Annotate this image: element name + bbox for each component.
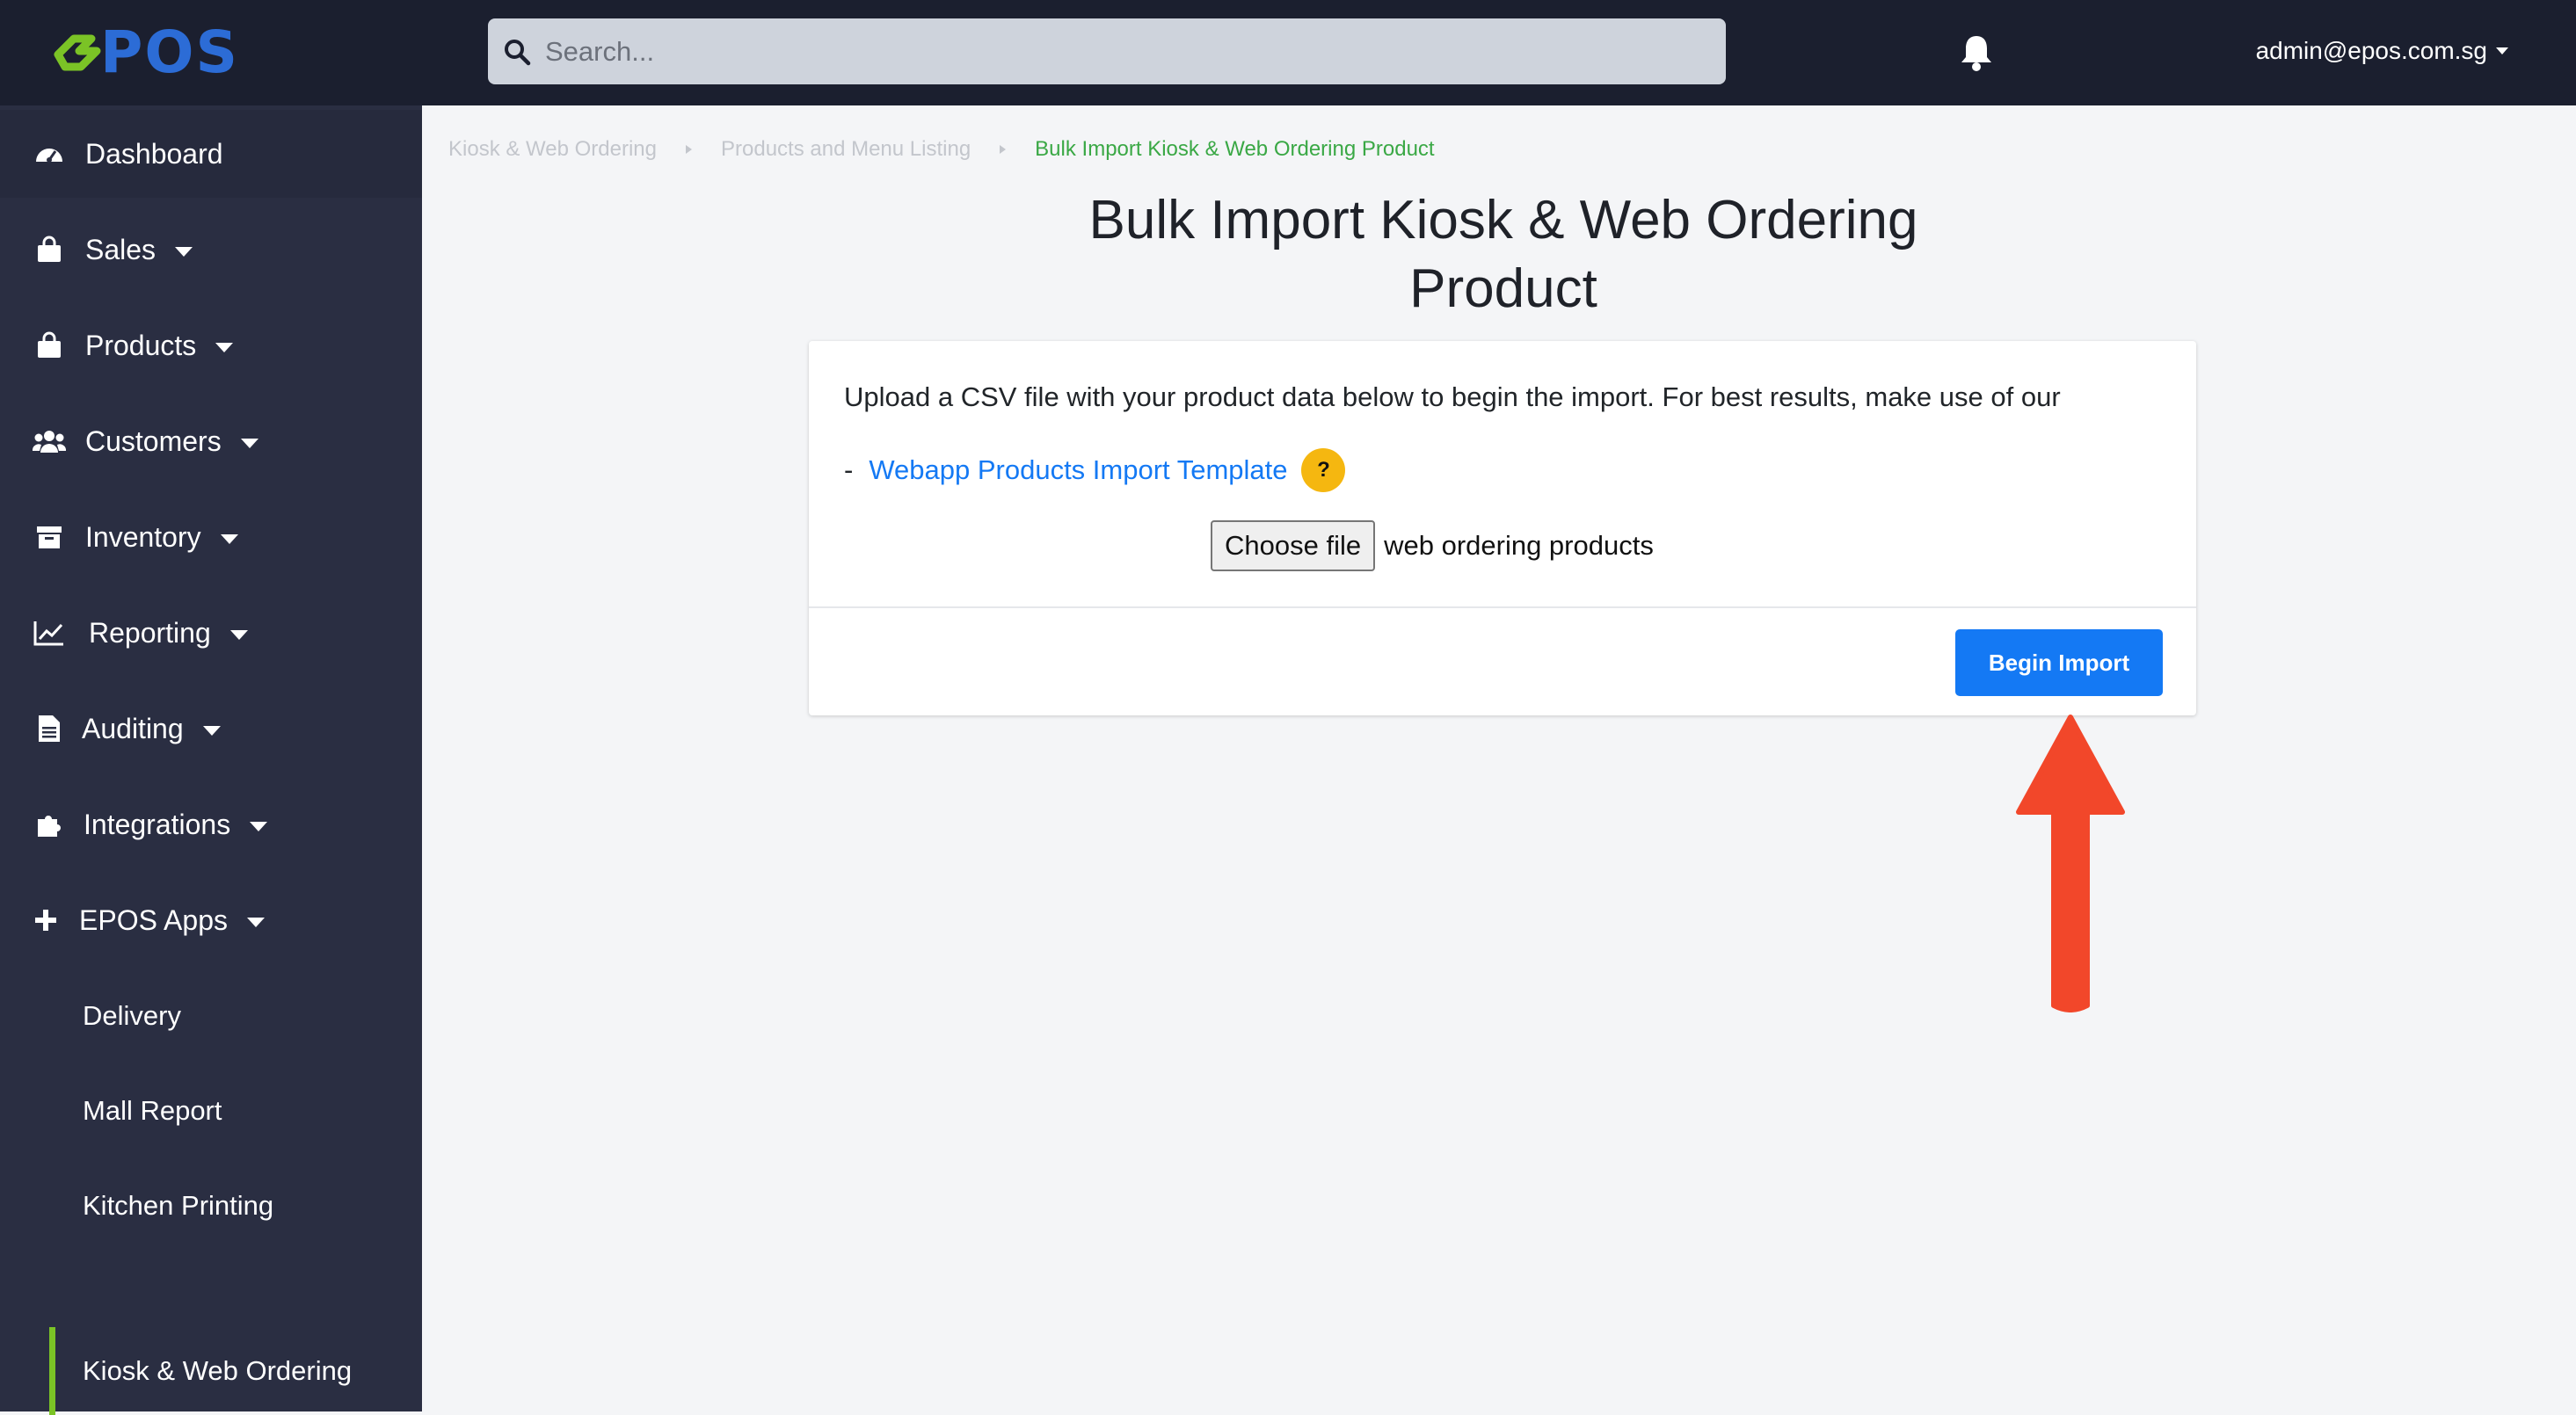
begin-import-button[interactable]: Begin Import: [1955, 629, 2163, 696]
help-icon[interactable]: ?: [1301, 448, 1346, 492]
active-indicator: [49, 1327, 55, 1415]
sidebar-item-label: Kitchen Printing: [83, 1190, 274, 1221]
sidebar-item-label: Auditing: [82, 712, 184, 744]
sidebar-subitem-kitchen-printing[interactable]: Kitchen Printing: [0, 1162, 422, 1250]
sidebar-item-dashboard[interactable]: Dashboard: [0, 110, 422, 198]
epos-logo[interactable]: POS: [53, 19, 239, 86]
caret-down-icon: [215, 342, 234, 352]
sidebar: Dashboard Sales Products Customers Inven…: [0, 105, 422, 1415]
user-menu[interactable]: admin@epos.com.sg: [2256, 37, 2508, 65]
sidebar-item-products[interactable]: Products: [0, 301, 422, 389]
import-card: Upload a CSV file with your product data…: [809, 341, 2196, 715]
sidebar-item-auditing[interactable]: Auditing: [0, 685, 422, 773]
sidebar-subitem-mall-report[interactable]: Mall Report: [0, 1067, 422, 1155]
sidebar-item-sales[interactable]: Sales: [0, 206, 422, 294]
sidebar-item-inventory[interactable]: Inventory: [0, 493, 422, 581]
list-dash: -: [844, 454, 854, 485]
archive-box-icon: [32, 519, 67, 555]
search-bar[interactable]: [488, 18, 1726, 84]
breadcrumb-item-products-menu-listing[interactable]: Products and Menu Listing: [721, 137, 971, 162]
selected-file-name: web ordering products: [1384, 530, 1654, 561]
document-icon: [32, 711, 67, 746]
sidebar-subitem-delivery[interactable]: Delivery: [0, 972, 422, 1060]
sidebar-item-label: Customers: [85, 424, 222, 457]
top-bar: POS admin@epos.com.sg: [0, 0, 2576, 105]
plus-icon: [28, 903, 63, 938]
caret-down-icon: [202, 725, 221, 736]
sidebar-item-customers[interactable]: Customers: [0, 397, 422, 485]
breadcrumb-separator-icon: [1000, 145, 1007, 154]
import-card-body: Upload a CSV file with your product data…: [809, 341, 2196, 606]
notification-bell-icon[interactable]: [1959, 33, 1994, 76]
file-input: Choose file web ordering products: [1211, 520, 1654, 571]
breadcrumb: Kiosk & Web Ordering Products and Menu L…: [448, 137, 1435, 162]
shopping-bag-icon: [32, 328, 67, 363]
sidebar-item-label: Reporting: [89, 616, 211, 649]
sidebar-item-label: EPOS Apps: [79, 903, 228, 936]
breadcrumb-item-kiosk-web-ordering[interactable]: Kiosk & Web Ordering: [448, 137, 657, 162]
sidebar-item-label: Sales: [85, 233, 156, 265]
sidebar-subitem-kiosk-web-ordering[interactable]: Kiosk & Web Ordering: [0, 1327, 422, 1415]
logo-text: POS: [100, 18, 240, 86]
page-title-line-2: Product: [1409, 258, 1597, 319]
sidebar-item-label: Dashboard: [85, 137, 223, 170]
caret-down-icon: [2496, 47, 2508, 54]
epos-logo-mark-icon: [54, 34, 101, 71]
import-instructions: Upload a CSV file with your product data…: [844, 381, 2061, 412]
users-icon: [32, 424, 67, 459]
annotation-arrow-up-icon: [2013, 714, 2128, 1017]
sidebar-item-label: Delivery: [83, 1000, 181, 1031]
dashboard-icon: [32, 136, 67, 171]
caret-down-icon: [240, 438, 258, 448]
sidebar-item-integrations[interactable]: Integrations: [0, 780, 422, 868]
search-icon: [505, 39, 531, 65]
import-template-link[interactable]: Webapp Products Import Template: [869, 454, 1287, 486]
sidebar-item-label: Inventory: [85, 520, 201, 553]
sidebar-item-reporting[interactable]: Reporting: [0, 589, 422, 677]
sidebar-item-label: Products: [85, 329, 197, 361]
sidebar-item-epos-apps[interactable]: EPOS Apps: [0, 876, 422, 964]
sidebar-item-label: Integrations: [84, 808, 231, 840]
choose-file-button[interactable]: Choose file: [1211, 520, 1376, 571]
page-title-line-1: Bulk Import Kiosk & Web Ordering: [1088, 190, 1918, 250]
breadcrumb-item-current: Bulk Import Kiosk & Web Ordering Product: [1035, 137, 1435, 161]
breadcrumb-separator-icon: [686, 145, 692, 154]
import-card-footer: Begin Import: [809, 606, 2196, 717]
search-input[interactable]: [543, 34, 1690, 69]
caret-down-icon: [250, 821, 268, 831]
sidebar-item-label: Kiosk & Web Ordering: [83, 1355, 353, 1386]
user-email: admin@epos.com.sg: [2255, 37, 2487, 64]
caret-down-icon: [175, 246, 193, 257]
caret-down-icon: [229, 629, 248, 640]
puzzle-icon: [32, 807, 67, 842]
caret-down-icon: [220, 533, 238, 544]
template-line: - Webapp Products Import Template ?: [844, 448, 1346, 492]
page-title: Bulk Import Kiosk & Web Ordering Product: [879, 186, 2128, 323]
caret-down-icon: [246, 917, 265, 927]
sidebar-item-label: Mall Report: [83, 1095, 222, 1126]
shopping-bag-icon: [32, 232, 67, 267]
line-chart-icon: [32, 615, 67, 650]
